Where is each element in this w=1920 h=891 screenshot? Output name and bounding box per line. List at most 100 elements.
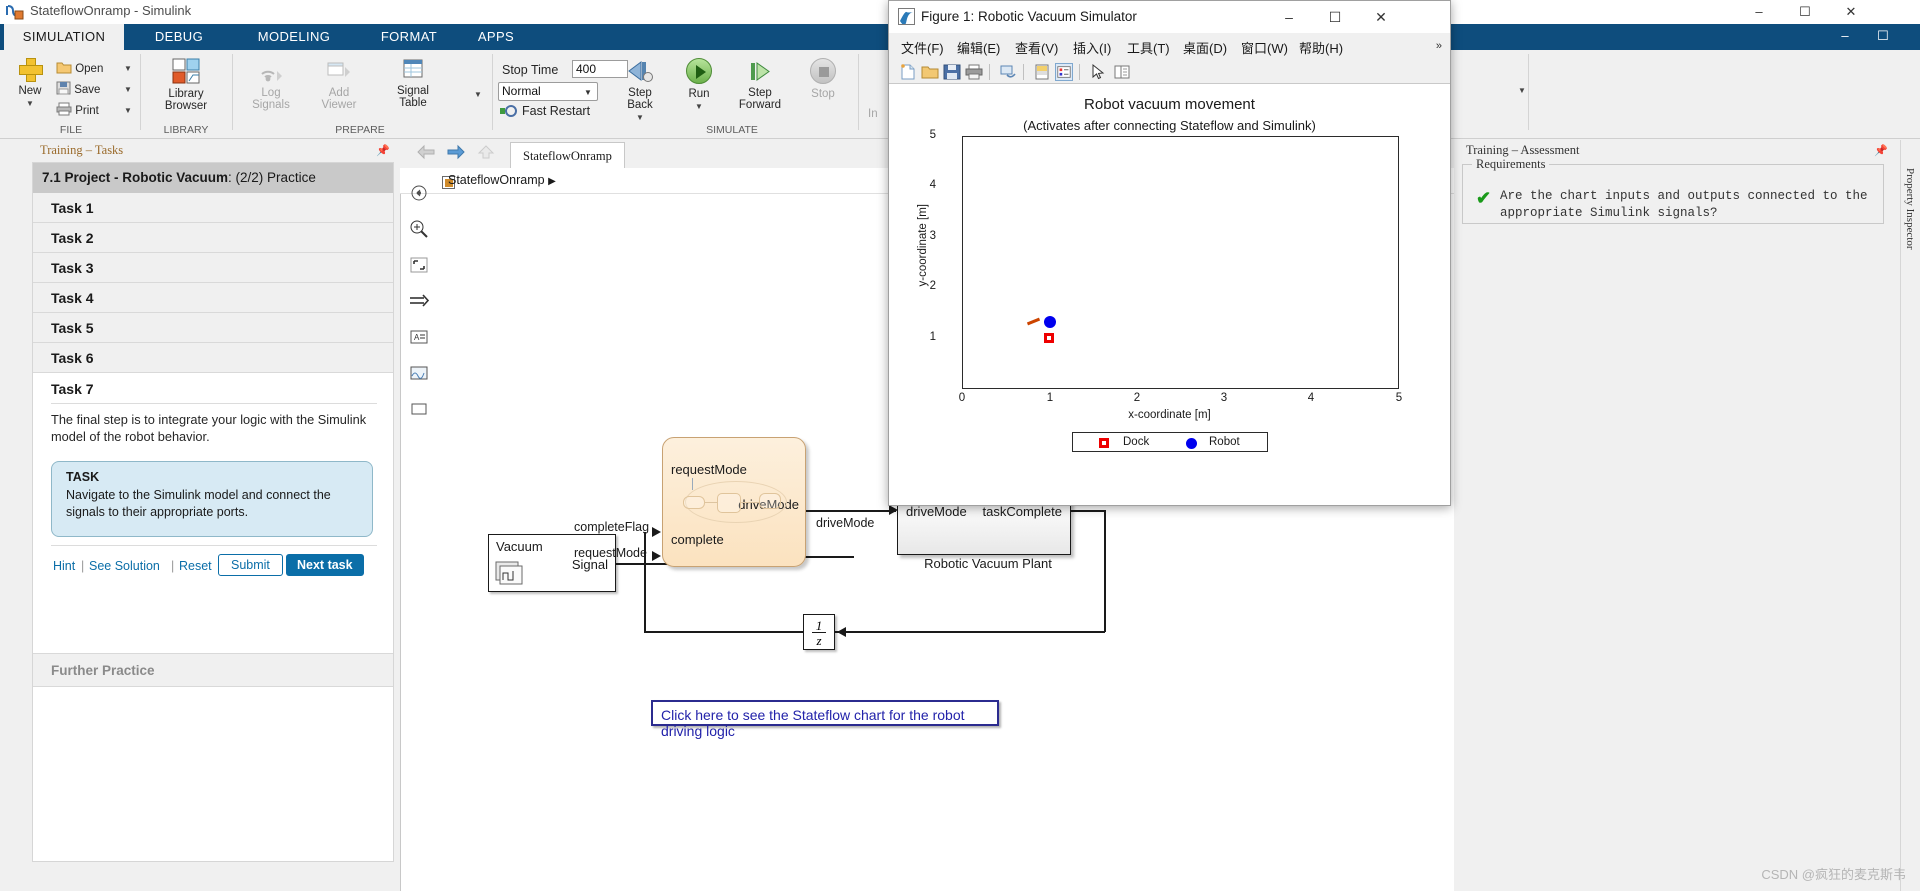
link-plot-icon[interactable] [999, 63, 1017, 81]
signal-table-button[interactable]: Signal Table [382, 58, 444, 109]
tab-debug[interactable]: DEBUG [124, 24, 234, 50]
print-icon[interactable] [965, 63, 983, 81]
plot-axes[interactable] [962, 136, 1399, 389]
project-header-row[interactable]: 7.1 Project - Robotic Vacuum: (2/2) Prac… [33, 163, 393, 193]
stop-icon [810, 58, 836, 84]
log-signals-button[interactable]: Log Signals [240, 58, 302, 111]
breadcrumb-model-name[interactable]: StateflowOnramp [448, 173, 545, 187]
save-dropdown-caret[interactable]: ▼ [124, 85, 132, 94]
simulation-mode-caret[interactable]: ▼ [584, 88, 592, 97]
figure-minimize-button[interactable]: – [1266, 1, 1312, 33]
task-row-5[interactable]: Task 5 [33, 313, 393, 343]
maximize-button[interactable]: ☐ [1782, 0, 1828, 24]
ribbon-overflow-caret[interactable]: ▼ [1518, 86, 1526, 95]
menu-view[interactable]: 查看(V) [1015, 38, 1058, 57]
open-button[interactable]: Open [56, 60, 103, 75]
save-button[interactable]: Save [56, 81, 100, 96]
task-row-1[interactable]: Task 1 [33, 193, 393, 223]
stop-button[interactable]: Stop [800, 58, 846, 100]
divider-pipe-1: | [81, 559, 85, 573]
colorbar-icon[interactable] [1033, 63, 1051, 81]
minimize-button[interactable]: – [1736, 0, 1782, 24]
open-icon[interactable] [921, 63, 939, 81]
save-icon[interactable] [943, 63, 961, 81]
nav-back-icon[interactable] [416, 143, 436, 166]
tab-modeling[interactable]: MODELING [234, 24, 354, 50]
chart-deco-link-2 [741, 502, 759, 503]
further-practice-row[interactable]: Further Practice [33, 653, 393, 687]
menu-desktop[interactable]: 桌面(D) [1183, 38, 1227, 57]
model-tab-stateflowonramp[interactable]: StateflowOnramp [510, 142, 625, 168]
figure-close-button[interactable]: ✕ [1358, 1, 1404, 33]
fast-restart-toggle[interactable]: Fast Restart [522, 104, 590, 118]
vertical-tab-property-inspector[interactable]: Property Inspector [1904, 168, 1916, 250]
signal-label-drivemode[interactable]: driveMode [816, 516, 874, 530]
group-label-file: FILE [59, 124, 83, 136]
menu-window[interactable]: 窗口(W) [1241, 38, 1288, 57]
menu-help[interactable]: 帮助(H) [1299, 38, 1343, 57]
figure-maximize-button[interactable]: ☐ [1312, 1, 1358, 33]
wire-requestmode-a [616, 563, 668, 565]
run-button[interactable]: Run ▼ [676, 58, 722, 112]
menu-tools[interactable]: 工具(T) [1127, 38, 1170, 57]
group-label-library: LIBRARY [163, 124, 209, 136]
open-button-label: Open [75, 63, 104, 75]
new-figure-icon[interactable] [899, 63, 917, 81]
legend-robot-marker [1186, 438, 1197, 449]
step-back-caret[interactable]: ▼ [636, 113, 644, 122]
add-viewer-label1: Add [328, 87, 350, 99]
print-button[interactable]: Print [56, 102, 99, 117]
training-tasks-body: 7.1 Project - Robotic Vacuum: (2/2) Prac… [32, 162, 394, 862]
legend-robot-label: Robot [1209, 436, 1240, 448]
unit-delay-block[interactable]: 1 z [803, 614, 835, 650]
task-row-4[interactable]: Task 4 [33, 283, 393, 313]
pin-icon[interactable]: 📌 [376, 144, 390, 157]
assessment-pin-icon[interactable]: 📌 [1874, 144, 1888, 157]
close-button[interactable]: ✕ [1828, 0, 1874, 24]
task-row-2[interactable]: Task 2 [33, 223, 393, 253]
task-row-6[interactable]: Task 6 [33, 343, 393, 373]
nav-forward-icon[interactable] [446, 143, 466, 166]
vacuum-signal-block[interactable]: Vacuum Signal [488, 534, 616, 592]
menu-insert[interactable]: 插入(I) [1073, 38, 1111, 57]
stateflow-chart-hyperlink[interactable]: Click here to see the Stateflow chart fo… [651, 700, 999, 739]
save-button-label: Save [74, 84, 101, 96]
print-dropdown-caret[interactable]: ▼ [124, 106, 132, 115]
step-forward-button[interactable]: Step Forward [730, 58, 790, 111]
step-back-button[interactable]: Step Back ▼ [612, 58, 668, 123]
signal-label-requestmode[interactable]: requestMode [574, 546, 647, 560]
tab-simulation[interactable]: SIMULATION [4, 24, 124, 50]
signal-label-completeflag[interactable]: completeFlag [574, 520, 649, 534]
new-dropdown-caret[interactable]: ▼ [26, 99, 34, 108]
next-task-button[interactable]: Next task [286, 554, 364, 576]
run-caret[interactable]: ▼ [695, 102, 703, 111]
see-solution-link[interactable]: See Solution [89, 559, 160, 573]
nav-up-icon[interactable] [476, 143, 496, 166]
menu-file[interactable]: 文件(F) [901, 38, 944, 57]
open-dropdown-caret[interactable]: ▼ [124, 64, 132, 73]
requirement-check-icon: ✔ [1476, 188, 1492, 208]
stateflow-chart-block[interactable]: requestMode complete driveMode [662, 437, 806, 567]
submit-button[interactable]: Submit [218, 554, 283, 576]
task-row-3[interactable]: Task 3 [33, 253, 393, 283]
pointer-icon[interactable] [1089, 63, 1107, 81]
prepare-more-caret[interactable]: ▼ [474, 90, 482, 99]
menu-overflow-icon[interactable]: » [1436, 40, 1442, 52]
library-browser-button[interactable]: Library Browser [148, 58, 224, 112]
chart-input-complete: complete [671, 532, 724, 547]
hint-link[interactable]: Hint [53, 559, 75, 573]
legend-icon[interactable] [1055, 63, 1073, 81]
plot-subtitle: (Activates after connecting Stateflow an… [1023, 118, 1316, 133]
menu-edit[interactable]: 编辑(E) [957, 38, 1000, 57]
plant-input-drivemode: driveMode [906, 504, 967, 519]
add-viewer-button[interactable]: Add Viewer [308, 58, 370, 111]
tab-apps[interactable]: APPS [446, 24, 546, 50]
app-restore-button[interactable]: ☐ [1860, 24, 1906, 48]
plot-browser-icon[interactable] [1113, 63, 1131, 81]
simulation-mode-select[interactable]: Normal [498, 82, 598, 101]
new-button[interactable]: New ▼ [6, 58, 54, 109]
reset-link[interactable]: Reset [179, 559, 212, 573]
plot-legend[interactable]: Dock Robot [1072, 432, 1268, 452]
toolbar-separator-1 [989, 64, 990, 80]
wire-drivemode [806, 510, 896, 512]
